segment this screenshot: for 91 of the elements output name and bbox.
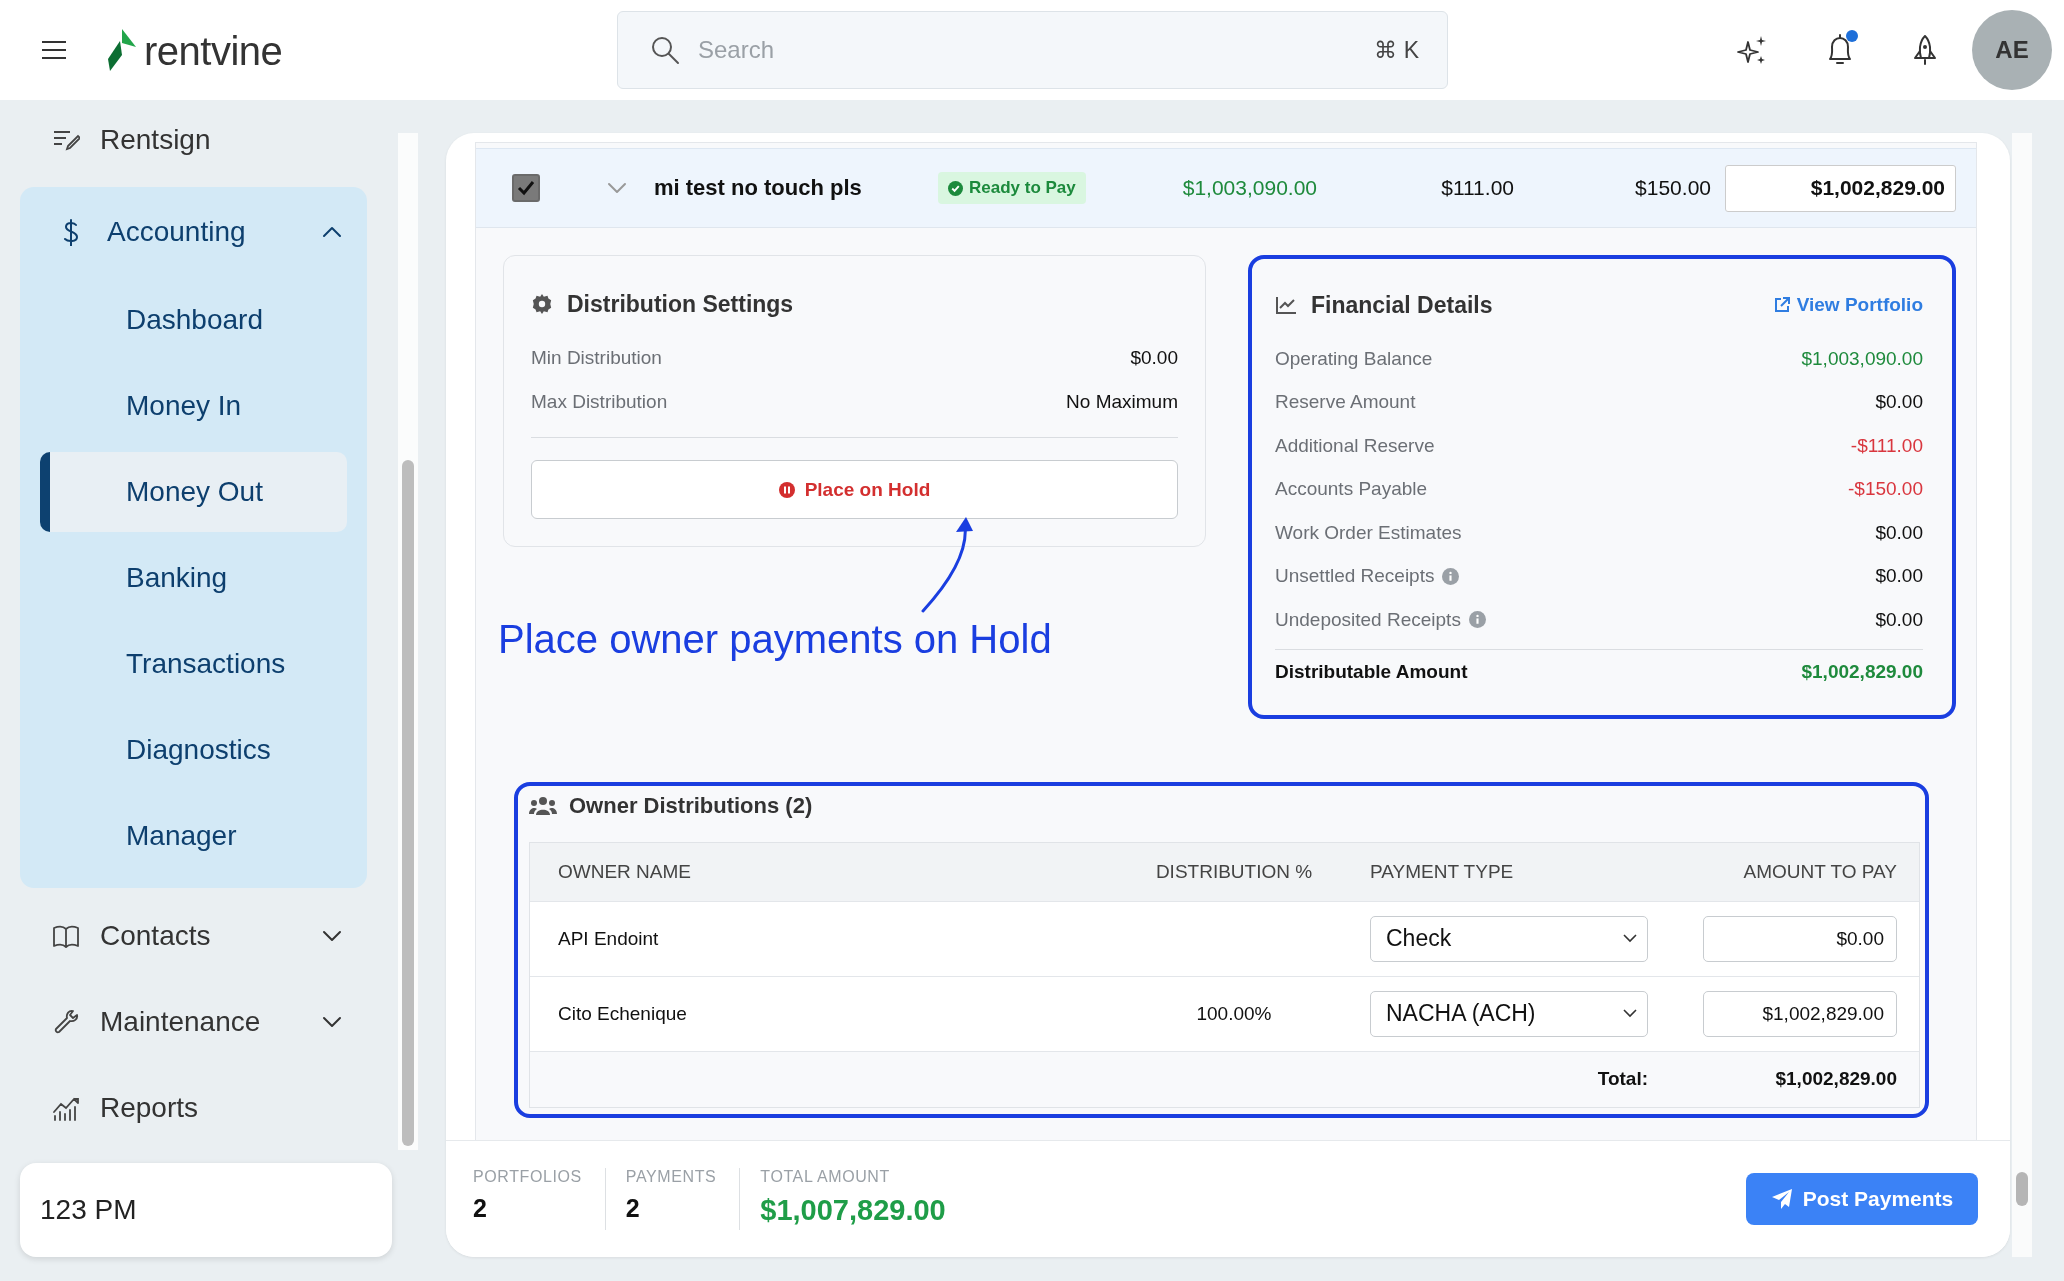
- scrollbar-track[interactable]: [398, 133, 418, 1150]
- nav-group-header[interactable]: Maintenance: [20, 979, 367, 1065]
- amount-field[interactable]: $0.00: [1703, 915, 1897, 962]
- total-value: $1,002,829.00: [1801, 660, 1923, 683]
- field-value: -$150.00: [1848, 478, 1923, 501]
- sidebar-subitem[interactable]: Money In: [40, 366, 347, 446]
- status-label: Ready to Pay: [969, 178, 1076, 198]
- stat-label: PORTFOLIOS: [473, 1168, 582, 1186]
- hold-button[interactable]: Place on Hold: [531, 460, 1178, 519]
- stat-value: 2: [625, 1194, 641, 1223]
- total-value: $1,002,829.00: [1774, 1068, 1897, 1090]
- checkbox[interactable]: [512, 174, 540, 202]
- amount-field[interactable]: $1,002,829.00: [1725, 164, 1956, 212]
- field-label: Unsettled Receipts: [1275, 565, 1435, 588]
- user-avatar[interactable]: AE: [1972, 10, 2052, 90]
- sidebar-item[interactable]: Reports: [20, 1065, 367, 1150]
- total-amount: $1,007,829.00: [760, 1194, 946, 1227]
- payment-type-select[interactable]: NACHA (ACH): [1370, 990, 1648, 1037]
- amount-value: $150.00: [1634, 176, 1711, 200]
- sidebar-subitem[interactable]: Transactions: [40, 624, 347, 704]
- status-card: 123 PM: [20, 1163, 392, 1257]
- field-value: $0.00: [1875, 608, 1923, 631]
- check-icon: [516, 178, 536, 198]
- sidebar-subitem[interactable]: Money Out: [40, 452, 347, 532]
- column-header: AMOUNT TO PAY: [1742, 860, 1897, 883]
- field-label: Max Distribution: [531, 391, 668, 413]
- brand-name: rentvine: [144, 31, 283, 71]
- amount-value: $1,003,090.00: [1181, 176, 1317, 200]
- field-value: $0.00: [1875, 391, 1923, 414]
- field-label: Accounts Payable: [1275, 478, 1428, 501]
- field-label: Min Distribution: [531, 347, 662, 369]
- sidebar-subitem[interactable]: Dashboard: [40, 280, 347, 360]
- gear-icon: [531, 293, 553, 315]
- field-value: $0.00: [1875, 521, 1923, 544]
- portfolio-name: mi test no touch pls: [654, 175, 863, 201]
- field-value: No Maximum: [1066, 391, 1178, 413]
- column-header: DISTRIBUTION %: [1154, 860, 1314, 883]
- stat-label: PAYMENTS: [625, 1168, 717, 1186]
- stat-value: 2: [473, 1194, 488, 1223]
- sidebar-item[interactable]: Rentsign: [20, 100, 367, 180]
- total-label: Distributable Amount: [1275, 660, 1468, 683]
- search-bar[interactable]: Search ⌘ K: [617, 11, 1448, 89]
- pause-icon: [778, 481, 795, 498]
- view-portfolio-link[interactable]: View Portfolio: [1772, 294, 1923, 316]
- nav-group-header[interactable]: Accounting: [20, 187, 367, 277]
- select-value: Check: [1386, 925, 1452, 952]
- scrollbar-thumb[interactable]: [402, 460, 414, 1146]
- nav-group-header[interactable]: Contacts: [20, 893, 367, 979]
- scrollbar-track[interactable]: [2012, 133, 2032, 1257]
- column-header: OWNER NAME: [558, 860, 692, 883]
- search-icon: [650, 35, 680, 65]
- field-label: Undeposited Receipts: [1275, 608, 1461, 631]
- column-header: PAYMENT TYPE: [1370, 860, 1515, 883]
- leaf-icon: [106, 29, 138, 71]
- panel-title: Financial Details: [1311, 291, 1493, 319]
- menu-icon[interactable]: [40, 39, 68, 61]
- field-value: $1,003,090.00: [1801, 347, 1923, 370]
- paper-plane-icon: [1770, 1188, 1793, 1210]
- wrench-icon: [52, 1008, 80, 1036]
- search-field[interactable]: Search: [696, 35, 1375, 65]
- chevron-down-icon: [1623, 1009, 1637, 1018]
- amount-value: $111.00: [1440, 176, 1514, 200]
- field-label: Additional Reserve: [1275, 434, 1435, 457]
- annotation-text: Place owner payments on Hold: [498, 616, 1053, 663]
- table-cell-text: Cito Echenique: [558, 1002, 688, 1025]
- post-payments-button[interactable]: Post Payments: [1746, 1173, 1978, 1225]
- shortcut-hint: ⌘ K: [1374, 36, 1419, 64]
- scrollbar-thumb[interactable]: [2016, 1172, 2028, 1206]
- sidebar-subitem[interactable]: Banking: [40, 538, 347, 618]
- field-label: Work Order Estimates: [1275, 521, 1462, 544]
- external-link-icon: [1772, 296, 1791, 314]
- trend-chart-icon: [1275, 295, 1297, 315]
- chevron-down-icon: [1623, 934, 1637, 943]
- field-value: $0.00: [1130, 347, 1178, 369]
- field-label: Operating Balance: [1275, 347, 1433, 370]
- field-value: -$111.00: [1850, 434, 1923, 457]
- table-cell-text: API Endoint: [558, 927, 660, 950]
- check-circle-icon: [948, 180, 963, 196]
- payment-type-select[interactable]: Check: [1370, 915, 1648, 962]
- users-icon: [529, 795, 557, 816]
- sidebar-subitem[interactable]: Manager: [40, 796, 347, 876]
- field-label: Reserve Amount: [1275, 391, 1416, 414]
- total-label: Total:: [1596, 1068, 1648, 1090]
- panel-title: Distribution Settings: [567, 290, 794, 318]
- field-value: $0.00: [1875, 565, 1923, 588]
- panel-title: Owner Distributions (2): [569, 792, 813, 819]
- stat-label: TOTAL AMOUNT: [760, 1168, 891, 1186]
- select-value: NACHA (ACH): [1386, 1000, 1536, 1027]
- sidebar-subitem[interactable]: Diagnostics: [40, 710, 347, 790]
- table-cell-text: 100.00%: [1195, 1002, 1273, 1025]
- amount-field[interactable]: $1,002,829.00: [1703, 990, 1897, 1037]
